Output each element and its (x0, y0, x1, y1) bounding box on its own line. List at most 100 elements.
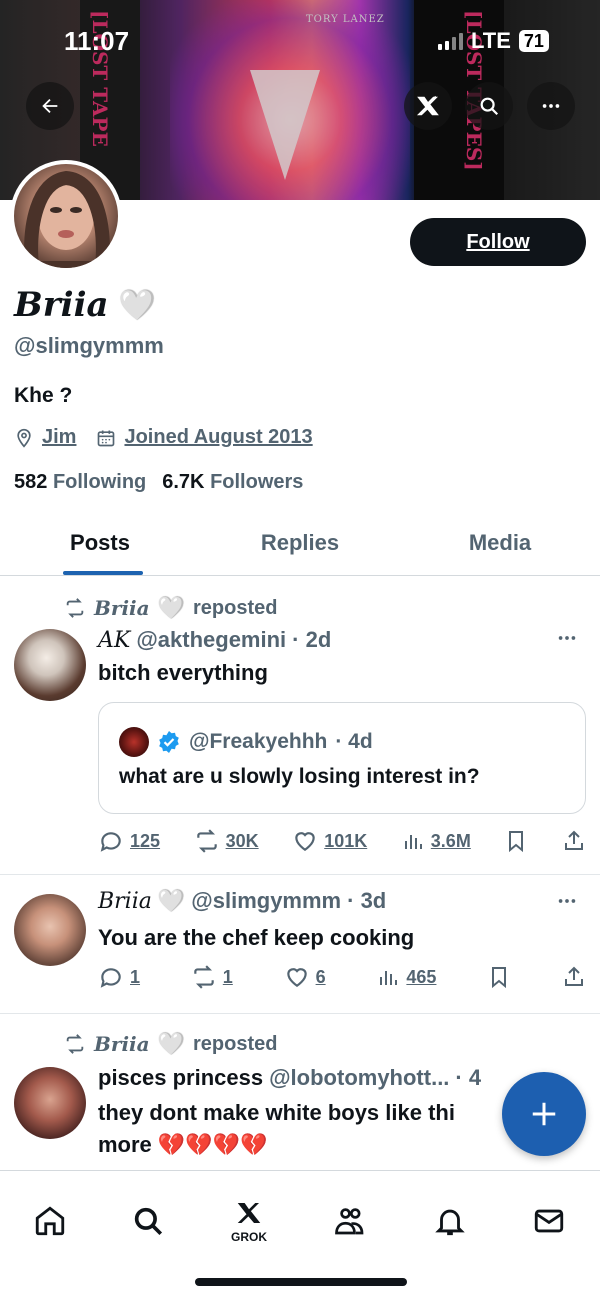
reply-icon (100, 968, 121, 988)
post-text: bitch everything (98, 660, 268, 685)
repost-by[interactable]: Briia (94, 1032, 150, 1056)
like-button[interactable]: 6 (284, 964, 326, 990)
grok-label: GROK (231, 1230, 267, 1244)
bookmark-icon (492, 967, 507, 989)
verified-badge-icon (159, 731, 179, 753)
reply-button[interactable]: 125 (98, 828, 160, 854)
more-options-button[interactable] (527, 82, 575, 130)
views-button[interactable]: 3.6M (401, 829, 471, 853)
heart-icon (295, 832, 315, 851)
compose-button[interactable] (502, 1072, 586, 1156)
post-handle[interactable]: @akthegemini (136, 627, 286, 653)
back-button[interactable] (26, 82, 74, 130)
post-avatar[interactable] (14, 894, 86, 966)
repost-count: 1 (222, 966, 233, 987)
nav-notifications[interactable] (420, 1191, 480, 1251)
bookmark-button[interactable] (487, 965, 511, 989)
post-handle[interactable]: @slimgymmm (191, 888, 341, 914)
quoted-handle[interactable]: @Freakyehhh (189, 730, 327, 754)
post-actions: 125 30K 101K 3.6M (98, 828, 586, 854)
quoted-post[interactable]: @Freakyehhh · 4d what are u slowly losin… (98, 702, 586, 814)
post-header: AK @akthegemini · 2d (98, 627, 331, 653)
nav-home[interactable] (20, 1191, 80, 1251)
post-header: pisces princess @lobotomyhott... · 4 (98, 1065, 481, 1091)
followers-link[interactable]: 6.7K Followers (162, 471, 303, 494)
repost-count: 30K (225, 830, 259, 851)
profile-handle: @slimgymmm (14, 333, 164, 358)
reply-button[interactable]: 1 (98, 964, 140, 990)
share-button[interactable] (562, 965, 586, 989)
share-button[interactable] (562, 829, 586, 853)
post-time: · 2d (292, 627, 332, 652)
white-heart-icon: 🤍 (157, 888, 186, 913)
post-more-button[interactable] (556, 627, 578, 655)
tab-posts[interactable]: Posts (0, 510, 200, 575)
tab-replies[interactable]: Replies (200, 510, 400, 575)
post-avatar[interactable] (14, 1067, 86, 1139)
nav-communities[interactable] (320, 1191, 380, 1251)
follow-button[interactable]: Follow (410, 218, 586, 266)
profile-avatar[interactable] (10, 160, 122, 272)
following-link[interactable]: 582 Following (14, 471, 146, 494)
follow-counts: 582 Following 6.7K Followers (14, 471, 303, 494)
white-heart-icon: 🤍 (118, 287, 156, 323)
quoted-post-header: @Freakyehhh · 4d (119, 727, 373, 757)
views-count: 465 (406, 966, 437, 987)
share-icon (565, 966, 583, 986)
nav-messages[interactable] (519, 1191, 579, 1251)
repost-icon (66, 1034, 84, 1054)
arrow-left-icon (42, 98, 58, 114)
joined-date[interactable]: Joined August 2013 (124, 426, 312, 449)
post-author[interactable]: Briia (98, 889, 152, 914)
location-link[interactable]: Jim (42, 426, 76, 449)
profile-bio: Khe ? (14, 384, 73, 407)
grok-button[interactable] (404, 82, 452, 130)
quoted-text: what are u slowly losing interest in? (119, 765, 480, 788)
heart-icon (286, 968, 307, 987)
post-author[interactable]: pisces princess (98, 1065, 263, 1091)
quoted-avatar (119, 727, 149, 757)
bookmark-icon (509, 831, 524, 853)
white-heart-icon: 🤍 (157, 595, 186, 620)
more-horizontal-icon (542, 104, 560, 108)
quoted-time: · 4d (335, 730, 373, 753)
views-button[interactable]: 465 (376, 965, 436, 989)
views-icon (404, 835, 422, 849)
post-more-button[interactable] (556, 890, 578, 918)
nav-grok[interactable]: GROK (219, 1191, 279, 1251)
tab-media[interactable]: Media (400, 510, 600, 575)
post-item[interactable]: Briia 🤍 @slimgymmm · 3d You are the chef… (0, 876, 600, 1014)
reply-icon (100, 832, 121, 852)
display-name: Briia 🤍 (14, 285, 156, 325)
search-icon (480, 97, 499, 116)
nav-search[interactable] (118, 1191, 178, 1251)
reply-count: 1 (130, 966, 141, 987)
bookmark-button[interactable] (504, 829, 528, 853)
post-author[interactable]: AK (98, 628, 130, 653)
post-text: You are the chef keep cooking (98, 925, 415, 950)
repost-icon (196, 829, 217, 853)
followers-label: Followers (210, 471, 304, 493)
repost-indicator: Briia 🤍 reposted (64, 1031, 277, 1057)
search-button[interactable] (465, 82, 513, 130)
repost-by[interactable]: Briia (94, 596, 150, 620)
signal-icon (438, 32, 463, 50)
reply-count: 125 (130, 830, 161, 851)
grok-icon (416, 95, 439, 116)
post-handle[interactable]: @lobotomyhott... (269, 1065, 449, 1091)
calendar-icon (98, 430, 115, 446)
post-time: · 3d (347, 888, 387, 913)
like-count: 101K (324, 830, 368, 851)
repost-button[interactable]: 1 (191, 964, 233, 990)
home-indicator (195, 1278, 407, 1286)
profile-meta: Jim Joined August 2013 (14, 426, 313, 449)
like-button[interactable]: 101K (292, 828, 367, 854)
plus-icon (532, 1102, 556, 1126)
avatar-portrait (24, 170, 110, 268)
status-indicators: LTE 71 (438, 28, 549, 54)
post-avatar[interactable] (14, 629, 86, 701)
repost-button[interactable]: 30K (194, 828, 259, 854)
network-label: LTE (471, 28, 511, 53)
repost-icon (66, 598, 84, 618)
repost-label: reposted (193, 596, 278, 619)
